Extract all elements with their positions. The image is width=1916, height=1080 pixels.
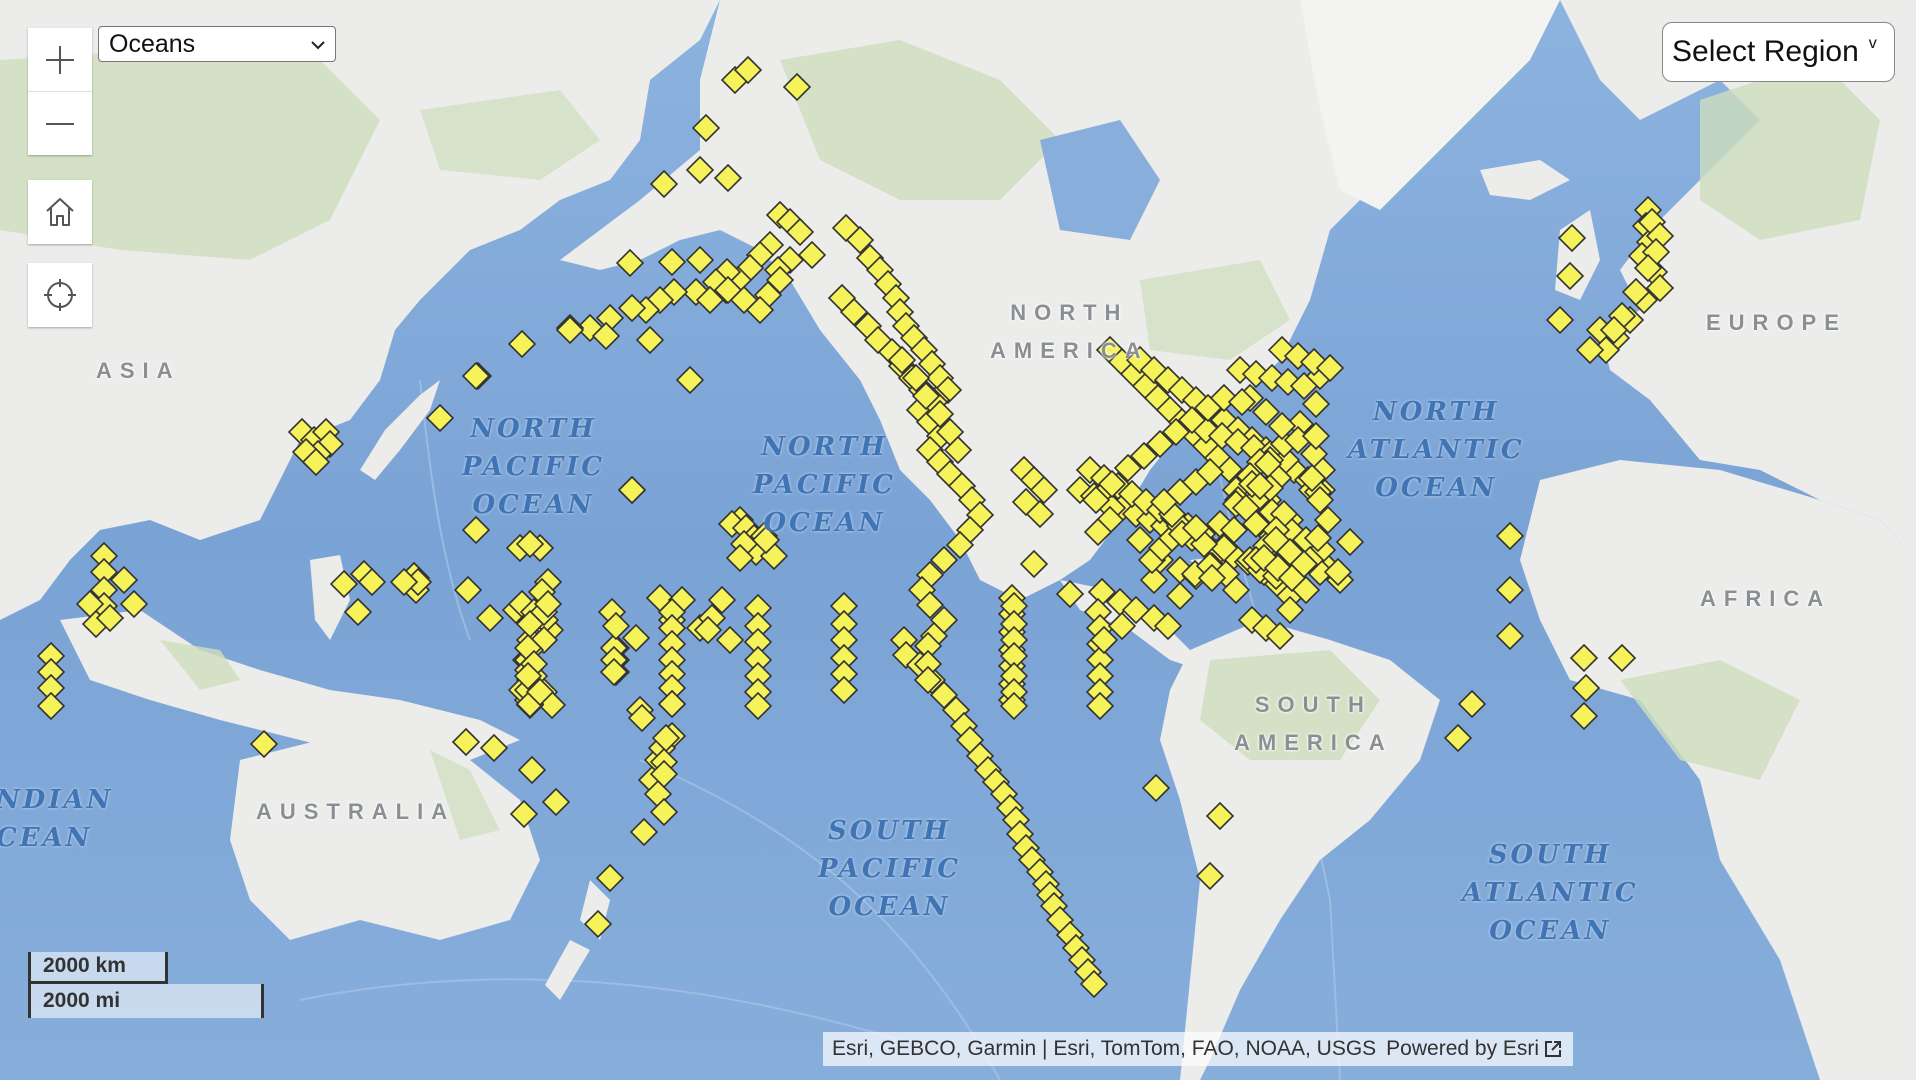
label-europe: EUROPE xyxy=(1706,310,1847,335)
select-region-button[interactable]: Select Region v xyxy=(1662,22,1895,82)
scale-km: 2000 km xyxy=(28,952,168,984)
label-indian-ocean: NDIAN CEAN xyxy=(0,785,114,853)
label-south-pacific: SOUTH PACIFIC OCEAN xyxy=(818,816,962,922)
label-south-atlantic: SOUTH ATLANTIC OCEAN xyxy=(1462,840,1639,946)
label-australia: AUSTRALIA xyxy=(256,799,456,824)
scale-bar: 2000 km 2000 mi xyxy=(28,952,268,1022)
select-region-caret: v xyxy=(1868,35,1877,52)
attribution-sources: Esri, GEBCO, Garmin | Esri, TomTom, FAO,… xyxy=(832,1037,1377,1060)
layer-select-value: Oceans xyxy=(109,29,196,58)
label-africa: AFRICA xyxy=(1700,586,1832,611)
zoom-in-button[interactable] xyxy=(28,28,92,91)
plus-icon xyxy=(46,45,74,74)
layer-select[interactable]: Oceans xyxy=(98,26,336,62)
label-north-america: NORTH AMERICA xyxy=(990,300,1149,363)
select-region-label: Select Region xyxy=(1672,35,1859,68)
locate-button[interactable] xyxy=(28,263,92,327)
home-button[interactable] xyxy=(28,180,92,244)
locate-crosshair-icon xyxy=(44,279,76,311)
label-north-pacific-east: NORTH PACIFIC OCEAN xyxy=(753,432,897,538)
minus-icon xyxy=(46,122,74,125)
external-link-icon[interactable] xyxy=(1543,1039,1563,1059)
attribution: Esri, GEBCO, Garmin | Esri, TomTom, FAO,… xyxy=(823,1032,1574,1066)
zoom-out-button[interactable] xyxy=(28,91,92,155)
powered-by-esri-link[interactable]: Powered by Esri xyxy=(1386,1032,1539,1066)
label-north-atlantic: NORTH ATLANTIC OCEAN xyxy=(1348,397,1525,503)
scale-mi: 2000 mi xyxy=(28,984,264,1018)
map-view[interactable]: NORTH PACIFIC OCEAN NORTH PACIFIC OCEAN … xyxy=(0,0,1916,1080)
label-asia: ASIA xyxy=(96,358,181,383)
home-icon xyxy=(46,198,74,226)
label-south-america: SOUTH AMERICA xyxy=(1234,692,1393,755)
chevron-down-icon xyxy=(311,41,325,50)
label-north-pacific-west: NORTH PACIFIC OCEAN xyxy=(462,414,606,520)
zoom-controls xyxy=(28,28,92,155)
